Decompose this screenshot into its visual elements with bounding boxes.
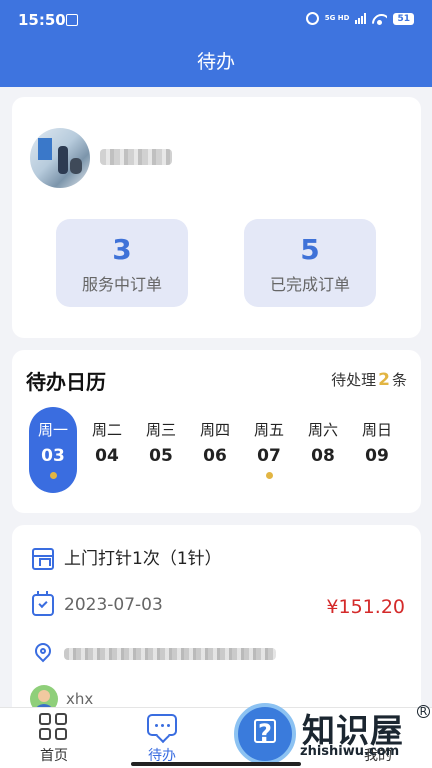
- order-price: ¥151.20: [326, 596, 405, 618]
- tab-label: 首页: [40, 748, 68, 764]
- stat-label: 服务中订单: [81, 275, 162, 294]
- service-name: 上门打针1次（1针）: [64, 549, 222, 569]
- tab-todo[interactable]: 待办: [108, 708, 216, 768]
- day-item-sun[interactable]: 周日 09: [353, 407, 401, 493]
- day-item-mon[interactable]: 周一 03: [29, 407, 77, 493]
- calendar-check-icon: [32, 591, 54, 616]
- status-bar: 15:50 5G HD 51: [0, 0, 432, 40]
- task-dot: [49, 472, 57, 479]
- day-number: 05: [149, 446, 173, 466]
- day-number: 07: [257, 446, 281, 466]
- page-title: 待办: [196, 51, 235, 73]
- pending-count: 2: [378, 370, 390, 390]
- status-icons: 5G HD 51: [305, 12, 414, 25]
- day-name: 周一: [37, 421, 68, 439]
- avatar[interactable]: [30, 128, 90, 188]
- location-pin-icon: [31, 639, 55, 663]
- day-item-fri[interactable]: 周五 07: [245, 407, 293, 493]
- wifi-icon: [372, 13, 387, 25]
- day-name: 周六: [307, 421, 338, 439]
- stat-completed-orders[interactable]: 5 已完成订单: [244, 219, 376, 307]
- stat-in-service-orders[interactable]: 3 服务中订单: [56, 219, 188, 307]
- day-item-sat[interactable]: 周六 08: [299, 407, 347, 493]
- stat-label: 已完成订单: [269, 275, 350, 294]
- day-number: 08: [311, 446, 335, 466]
- message-icon: [147, 714, 177, 736]
- service-row: 上门打针1次（1针）: [32, 544, 222, 570]
- day-number: 04: [95, 446, 119, 466]
- day-name: 周日: [361, 421, 392, 439]
- address-blurred: [64, 648, 276, 660]
- day-item-tue[interactable]: 周二 04: [83, 407, 131, 493]
- day-number: 03: [41, 446, 65, 466]
- pending-prefix: 待处理: [331, 371, 377, 389]
- status-time: 15:50: [18, 11, 66, 29]
- stat-value: 5: [300, 233, 320, 266]
- store-icon: [32, 547, 54, 570]
- signal-icon: [355, 13, 367, 24]
- day-item-thu[interactable]: 周四 06: [191, 407, 239, 493]
- day-number: 06: [203, 446, 227, 466]
- day-name: 周五: [253, 421, 284, 439]
- order-card[interactable]: 上门打针1次（1针） 2023-07-03 ¥151.20 xhx: [12, 525, 421, 725]
- week-day-list: 周一 03 周二 04 周三 05 周四 06 周五 07 周六 08 周日 0…: [29, 407, 409, 493]
- pending-summary: 待处理 2 条: [331, 369, 407, 390]
- day-name: 周三: [145, 421, 176, 439]
- grid-icon: [39, 713, 69, 741]
- user-name: xhx: [66, 690, 94, 708]
- profile-card: 3 服务中订单 5 已完成订单: [12, 97, 421, 338]
- header-bar: 15:50 5G HD 51 待办: [0, 0, 432, 87]
- alarm-icon: [305, 12, 319, 25]
- network-type: 5G HD: [324, 14, 350, 22]
- tab-home[interactable]: 首页: [0, 708, 108, 768]
- day-number: 09: [365, 446, 389, 466]
- watermark-url: zhishiwu.com: [300, 744, 400, 759]
- user-name-blurred: [100, 149, 172, 165]
- stat-value: 3: [112, 233, 132, 266]
- battery-level: 51: [393, 12, 414, 25]
- watermark-logo-icon: ?: [234, 703, 296, 765]
- todo-calendar-card: 待办日历 待处理 2 条 周一 03 周二 04 周三 05 周四 06 周五 07…: [12, 350, 421, 513]
- pending-suffix: 条: [391, 371, 407, 389]
- day-name: 周二: [91, 421, 122, 439]
- home-indicator[interactable]: [131, 762, 301, 766]
- registered-mark: R: [417, 705, 430, 718]
- task-dot: [265, 472, 273, 479]
- address-row: [31, 639, 276, 665]
- day-item-wed[interactable]: 周三 05: [137, 407, 185, 493]
- notification-icon: [66, 14, 78, 26]
- order-date: 2023-07-03: [64, 595, 163, 615]
- calendar-title: 待办日历: [26, 370, 106, 394]
- day-name: 周四: [199, 421, 230, 439]
- date-row: 2023-07-03: [32, 591, 163, 616]
